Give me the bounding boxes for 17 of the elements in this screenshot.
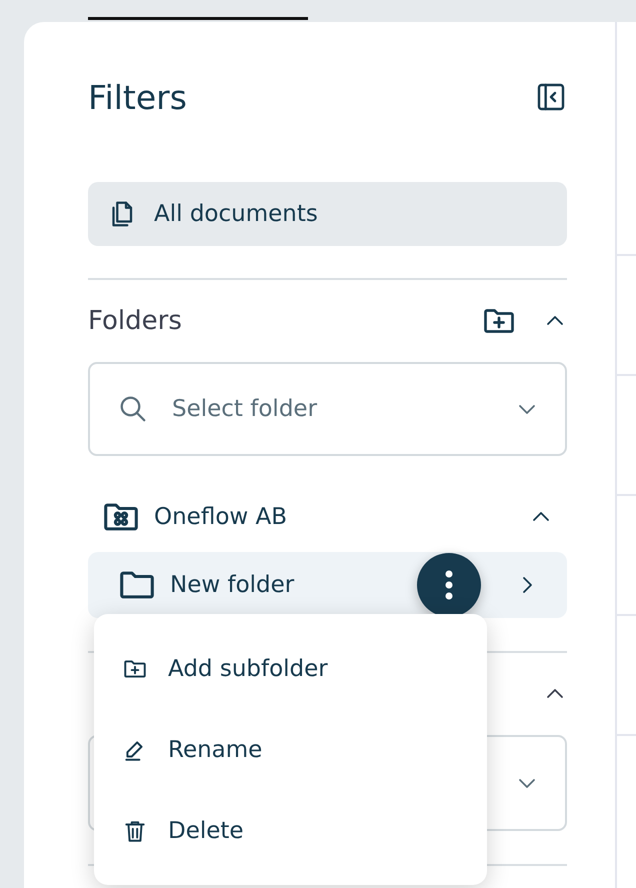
section-title: Folders bbox=[88, 306, 182, 336]
tree-item[interactable]: New folder bbox=[88, 552, 567, 618]
menu-item[interactable]: Add subfolder bbox=[94, 628, 487, 709]
sidebar-collapse-icon bbox=[535, 81, 567, 113]
kebab-icon bbox=[445, 570, 453, 600]
search-icon bbox=[118, 394, 148, 424]
more-options-button[interactable] bbox=[417, 553, 481, 617]
collapse-panel-button[interactable] bbox=[535, 81, 567, 113]
folder-select-field[interactable]: Select folder bbox=[88, 362, 567, 456]
folder-search-input[interactable]: Select folder bbox=[170, 395, 493, 423]
tree-item[interactable]: Oneflow AB bbox=[88, 496, 567, 538]
menu-item[interactable]: Delete bbox=[94, 790, 487, 871]
menu-item[interactable]: Rename bbox=[94, 709, 487, 790]
panel-title: Filters bbox=[88, 78, 187, 116]
folder-icon bbox=[104, 503, 138, 531]
folder-icon bbox=[120, 571, 154, 599]
all-documents-button[interactable]: All documents bbox=[88, 182, 567, 246]
